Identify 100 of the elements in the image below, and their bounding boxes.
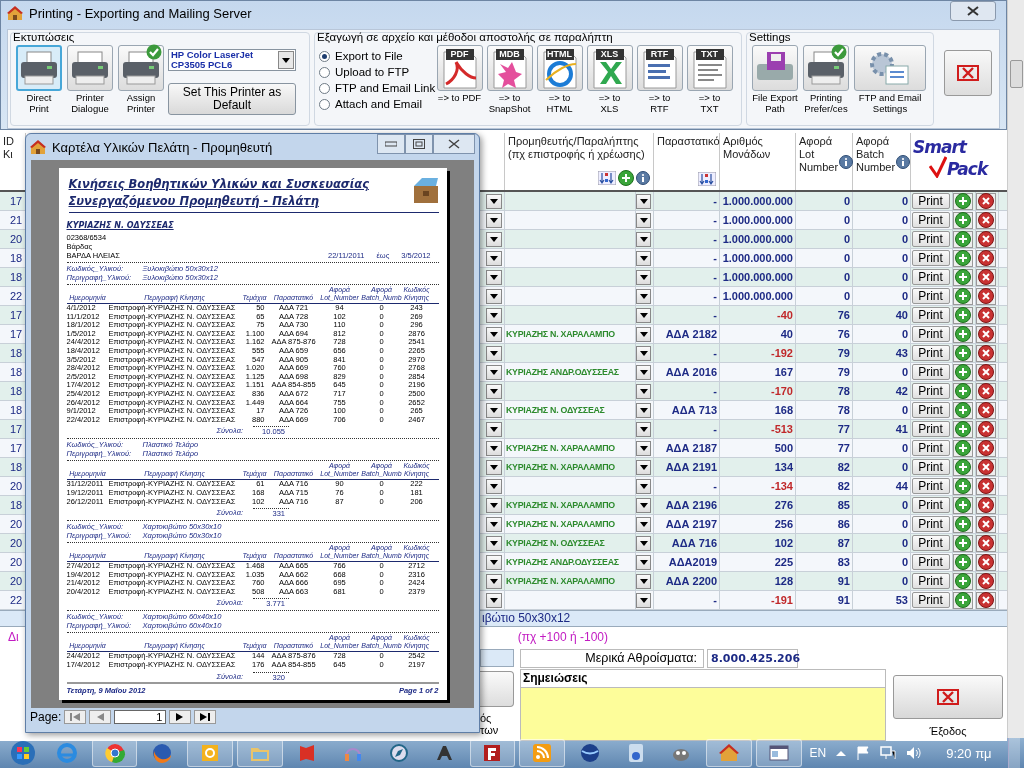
delete-button[interactable] [976, 420, 996, 438]
print-button[interactable]: Print [911, 497, 950, 513]
dropdown-button[interactable] [485, 212, 502, 228]
dropdown-button[interactable] [485, 516, 502, 532]
dropdown-button[interactable] [485, 250, 502, 266]
dropdown-button[interactable] [636, 383, 651, 399]
settings-button[interactable] [752, 45, 798, 91]
add-button[interactable] [953, 477, 973, 495]
delete-button[interactable] [976, 363, 996, 381]
add-button[interactable] [953, 439, 973, 457]
add-button[interactable] [953, 344, 973, 362]
add-button[interactable] [953, 401, 973, 419]
print-button[interactable]: Print [911, 250, 950, 266]
add-button[interactable] [953, 553, 973, 571]
dropdown-button[interactable] [485, 326, 502, 342]
printer-dropdown[interactable]: HP Color LaserJet CP3505 PCL6 [168, 49, 296, 71]
print-button[interactable]: Print [911, 345, 950, 361]
export-format-button[interactable]: PDF [436, 45, 483, 91]
add-button[interactable] [953, 420, 973, 438]
print-button[interactable]: Print [911, 212, 950, 228]
add-button[interactable] [953, 211, 973, 229]
radio-option[interactable]: FTP and Email Link [319, 80, 433, 96]
dropdown-button[interactable] [636, 421, 651, 437]
dropdown-button[interactable] [485, 269, 502, 285]
print-button[interactable]: Print [911, 307, 950, 323]
dropdown-button[interactable] [636, 535, 651, 551]
export-format-button[interactable]: MDB [486, 45, 533, 91]
taskbar-button[interactable] [755, 739, 802, 767]
print-button[interactable]: Print [911, 592, 950, 608]
taskbar-button[interactable] [469, 739, 516, 767]
print-button[interactable]: Print [911, 421, 950, 437]
delete-button[interactable] [976, 458, 996, 476]
print-option-button[interactable] [118, 45, 164, 91]
add-button[interactable] [953, 534, 973, 552]
delete-button[interactable] [976, 249, 996, 267]
dropdown-button[interactable] [636, 440, 651, 456]
delete-button[interactable] [976, 515, 996, 533]
dropdown-button[interactable] [636, 459, 651, 475]
export-format-button[interactable]: XLS [586, 45, 633, 91]
dropdown-button[interactable] [485, 402, 502, 418]
add-button[interactable] [953, 515, 973, 533]
first-page-button[interactable] [64, 710, 87, 724]
delete-button[interactable] [976, 211, 996, 229]
dropdown-button[interactable] [636, 402, 651, 418]
delete-button[interactable] [976, 325, 996, 343]
delete-button[interactable] [976, 553, 996, 571]
dropdown-button[interactable] [636, 288, 651, 304]
close-button[interactable] [433, 134, 475, 154]
print-button[interactable]: Print [911, 478, 950, 494]
print-button[interactable]: Print [911, 516, 950, 532]
delete-button[interactable] [976, 401, 996, 419]
print-button[interactable]: Print [911, 193, 950, 209]
dropdown-button[interactable] [485, 307, 502, 323]
dropdown-button[interactable] [636, 212, 651, 228]
dropdown-button[interactable] [485, 440, 502, 456]
dropdown-button[interactable] [485, 592, 502, 608]
delete-button[interactable] [976, 268, 996, 286]
add-button[interactable] [953, 268, 973, 286]
delete-button[interactable] [976, 287, 996, 305]
print-button[interactable]: Print [911, 573, 950, 589]
delete-button[interactable] [976, 192, 996, 210]
close-button[interactable] [944, 50, 992, 96]
flag-icon[interactable] [856, 746, 871, 760]
print-button[interactable]: Print [911, 535, 950, 551]
print-button[interactable]: Print [911, 383, 950, 399]
dropdown-button[interactable] [485, 459, 502, 475]
page-number-field[interactable]: 1 [114, 710, 167, 724]
dropdown-button[interactable] [485, 288, 502, 304]
dropdown-button[interactable] [485, 231, 502, 247]
add-button[interactable] [953, 496, 973, 514]
delete-button[interactable] [976, 439, 996, 457]
set-default-button[interactable]: Set This Printer as Default [168, 83, 296, 115]
input-field[interactable] [480, 649, 514, 667]
delete-button[interactable] [976, 230, 996, 248]
dropdown-button[interactable] [485, 497, 502, 513]
add-button[interactable] [953, 192, 973, 210]
print-button[interactable]: Print [911, 364, 950, 380]
dropdown-button[interactable] [636, 326, 651, 342]
print-button[interactable]: Print [911, 459, 950, 475]
close-button[interactable] [950, 1, 996, 21]
add-button[interactable] [953, 287, 973, 305]
next-page-button[interactable] [169, 710, 192, 724]
taskbar-button[interactable] [706, 739, 752, 767]
print-button[interactable]: Print [911, 440, 950, 456]
print-button[interactable]: Print [911, 554, 950, 570]
print-button[interactable]: Print [911, 231, 950, 247]
add-button[interactable] [953, 230, 973, 248]
scrollbar-thumb[interactable] [1010, 60, 1023, 88]
radio-option[interactable]: Upload to FTP [319, 64, 433, 80]
settings-button[interactable] [803, 45, 849, 91]
side-button[interactable] [480, 671, 514, 707]
dropdown-button[interactable] [485, 383, 502, 399]
dropdown-button[interactable] [485, 535, 502, 551]
speaker-icon[interactable] [906, 746, 923, 760]
chevron-up-icon[interactable] [836, 750, 847, 756]
settings-button[interactable] [854, 45, 926, 91]
dropdown-button[interactable] [485, 193, 502, 209]
dropdown-button[interactable] [485, 573, 502, 589]
exit-button[interactable] [893, 675, 1003, 719]
dropdown-button[interactable] [636, 250, 651, 266]
